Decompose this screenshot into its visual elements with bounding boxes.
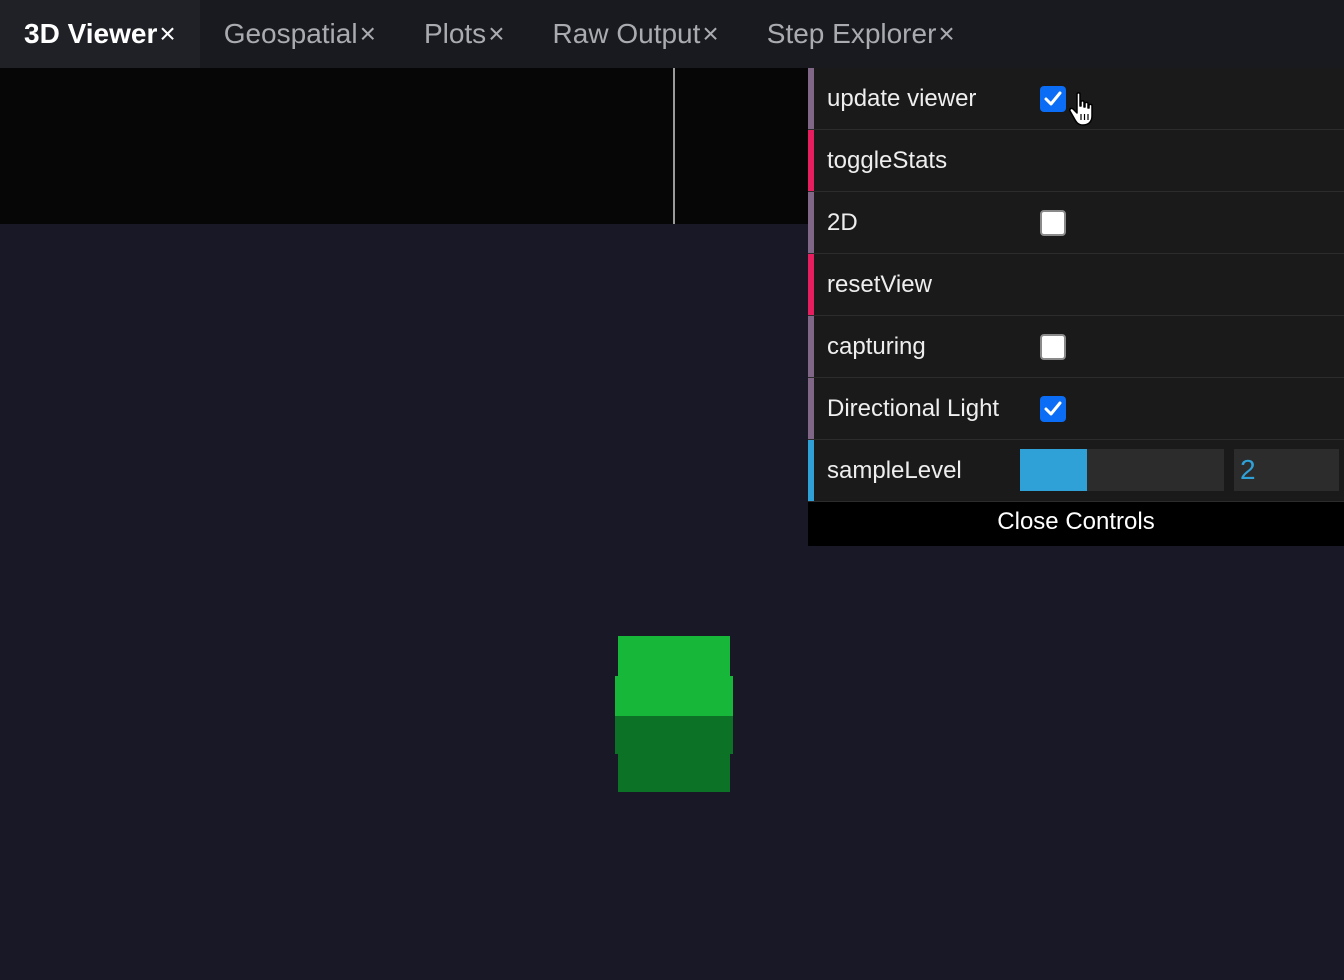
slider-fill — [1020, 449, 1088, 491]
capturing-checkbox[interactable] — [1040, 333, 1066, 360]
cube-lower-band — [615, 716, 733, 754]
directional-light-checkbox[interactable] — [1040, 395, 1066, 422]
tab-bar: 3D Viewer × Geospatial × Plots × Raw Output… — [0, 0, 1344, 68]
tab-label: Step Explorer — [766, 18, 937, 49]
capturing-row: capturing — [808, 316, 1344, 378]
tab-3d-viewer[interactable]: 3D Viewer × — [0, 0, 200, 68]
row-accent — [808, 254, 814, 315]
2d-checkbox[interactable] — [1040, 209, 1066, 236]
close-icon[interactable]: × — [938, 18, 954, 50]
close-icon[interactable]: × — [159, 18, 175, 50]
2d-label: 2D — [827, 208, 858, 236]
controls-panel: update viewer toggleStats 2D resetView c… — [808, 68, 1344, 546]
reset-view-button[interactable]: resetView — [808, 254, 1344, 316]
sample-level-row: sampleLevel — [808, 440, 1344, 502]
row-accent — [808, 192, 814, 253]
tab-plots[interactable]: Plots × — [400, 0, 529, 68]
stats-divider — [673, 68, 675, 224]
reset-view-label: resetView — [827, 270, 932, 298]
tab-label: Geospatial — [223, 18, 358, 49]
2d-row: 2D — [808, 192, 1344, 254]
tab-geospatial[interactable]: Geospatial × — [200, 0, 400, 68]
capturing-label: capturing — [827, 332, 926, 360]
row-accent — [808, 378, 814, 439]
row-accent — [808, 68, 814, 129]
tab-label: Raw Output — [552, 18, 701, 49]
checkmark-icon — [1044, 91, 1062, 105]
cube-upper-band — [615, 676, 733, 716]
toggle-stats-label: toggleStats — [827, 146, 948, 174]
stats-panel — [0, 68, 808, 224]
row-accent — [808, 440, 814, 501]
toggle-stats-button[interactable]: toggleStats — [808, 130, 1344, 192]
hand-cursor-icon — [1068, 92, 1098, 133]
sample-level-label: sampleLevel — [827, 456, 962, 484]
tab-label: 3D Viewer — [24, 18, 158, 49]
row-accent — [808, 316, 814, 377]
close-icon[interactable]: × — [702, 18, 718, 50]
directional-light-label: Directional Light — [827, 394, 1000, 422]
tab-step-explorer[interactable]: Step Explorer × — [743, 0, 979, 68]
update-viewer-label: update viewer — [827, 84, 977, 112]
directional-light-row: Directional Light — [808, 378, 1344, 440]
tab-label: Plots — [423, 18, 487, 49]
tab-raw-output[interactable]: Raw Output × — [529, 0, 743, 68]
row-accent — [808, 130, 814, 191]
close-icon[interactable]: × — [488, 18, 504, 50]
sample-level-slider[interactable] — [1020, 449, 1224, 491]
sample-level-input[interactable] — [1234, 449, 1339, 491]
close-controls-button[interactable]: Close Controls — [808, 502, 1344, 546]
close-icon[interactable]: × — [360, 18, 376, 50]
checkmark-icon — [1044, 401, 1062, 415]
update-viewer-checkbox[interactable] — [1040, 85, 1066, 112]
